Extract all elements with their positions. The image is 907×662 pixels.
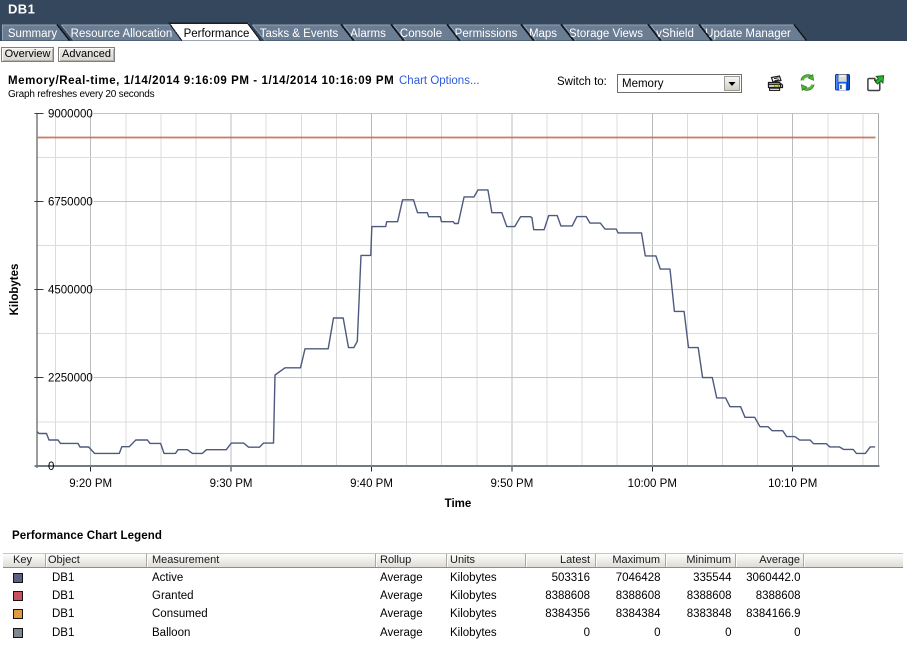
svg-text:4500000: 4500000: [48, 285, 93, 297]
svg-text:9:40 PM: 9:40 PM: [350, 478, 393, 490]
svg-text:10:10 PM: 10:10 PM: [768, 478, 817, 490]
svg-text:2250000: 2250000: [48, 373, 93, 385]
svg-text:Kilobytes: Kilobytes: [9, 264, 21, 316]
svg-text:9:50 PM: 9:50 PM: [490, 478, 533, 490]
svg-text:9:30 PM: 9:30 PM: [210, 478, 253, 490]
svg-text:9000000: 9000000: [48, 108, 93, 120]
svg-text:Time: Time: [445, 498, 472, 510]
svg-text:6750000: 6750000: [48, 196, 93, 208]
svg-text:9:20 PM: 9:20 PM: [69, 478, 112, 490]
svg-text:0: 0: [48, 461, 54, 473]
svg-text:10:00 PM: 10:00 PM: [628, 478, 677, 490]
